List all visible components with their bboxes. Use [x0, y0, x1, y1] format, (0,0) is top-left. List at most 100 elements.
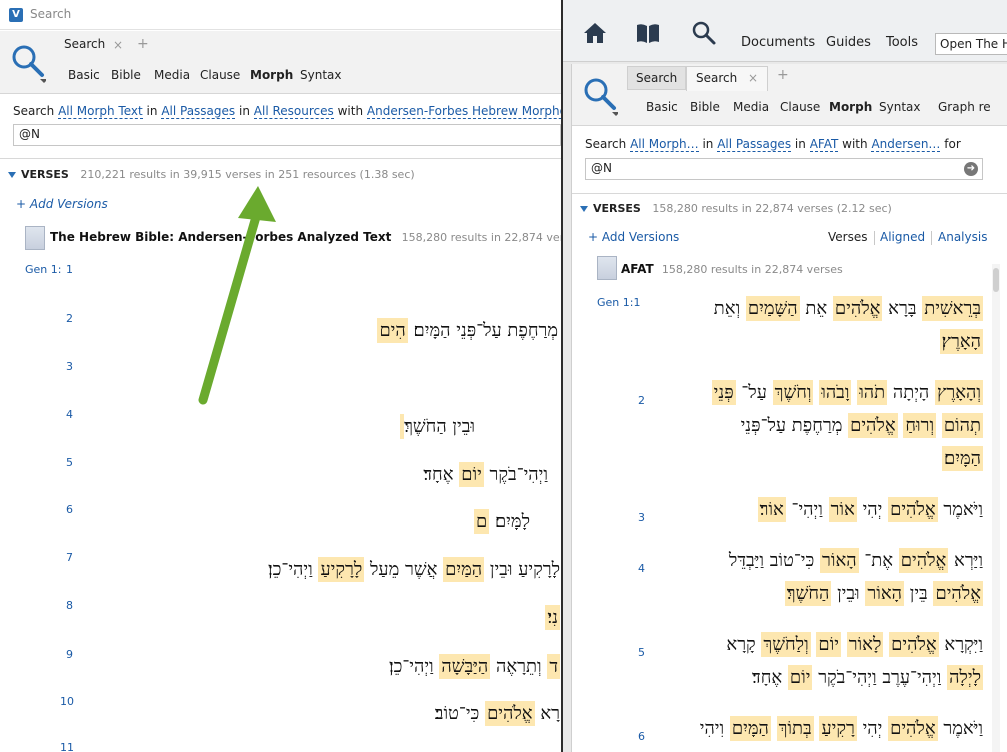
resource-title[interactable]: AFAT 158,280 results in 22,874 verses: [621, 262, 843, 276]
search-icon[interactable]: [582, 76, 618, 116]
highlighted-word[interactable]: הַחֹשֶׁךְ׃: [784, 581, 832, 606]
morphology-selector[interactable]: Andersen-Forbes Hebrew Morphology: [366, 104, 561, 119]
highlighted-word[interactable]: לָאוֹר: [846, 632, 884, 657]
highlighted-word[interactable]: בְּתוֹךְ: [776, 716, 814, 741]
word[interactable]: קָרָא: [726, 634, 755, 655]
add-tab-button[interactable]: +: [137, 36, 149, 52]
open-resource-input[interactable]: Open The He: [935, 33, 1007, 55]
word[interactable]: אֵת: [805, 298, 827, 319]
highlighted-word[interactable]: יוֹם: [816, 632, 841, 657]
tab-search-active[interactable]: Search ×: [686, 66, 768, 91]
subnav-media[interactable]: Media: [733, 100, 769, 114]
highlighted-word[interactable]: הַמַּיִם: [443, 557, 485, 582]
word[interactable]: וּבֵין: [490, 559, 513, 580]
resources-selector[interactable]: AFAT: [809, 137, 839, 152]
word[interactable]: כִּי־טוֹב: [770, 550, 815, 571]
highlighted-word[interactable]: אוֹר׃: [757, 497, 786, 522]
subnav-syntax[interactable]: Syntax: [879, 100, 920, 114]
scrollbar[interactable]: [992, 264, 1000, 752]
highlighted-word[interactable]: הָאוֹר: [820, 548, 859, 573]
verse-number[interactable]: 8: [66, 599, 73, 612]
highlighted-word[interactable]: הִים: [377, 318, 408, 343]
highlighted-word[interactable]: וָבֹהוּ: [819, 380, 852, 405]
highlighted-word[interactable]: אֱלֹהִים: [933, 581, 983, 606]
highlighted-word[interactable]: לָרָקִיעַ: [318, 557, 365, 582]
tab-search-inactive[interactable]: Search: [627, 66, 686, 90]
subnav-syntax[interactable]: Syntax: [300, 68, 341, 82]
word[interactable]: אֶת־: [864, 550, 893, 571]
verse-number[interactable]: 2: [638, 394, 645, 407]
resources-selector[interactable]: All Resources: [253, 104, 334, 119]
highlighted-word[interactable]: אֱלֹהִים: [898, 548, 949, 573]
subnav-basic[interactable]: Basic: [68, 68, 100, 82]
word[interactable]: יְהִי: [863, 718, 883, 739]
word[interactable]: אֶחָד׃: [423, 464, 453, 485]
word[interactable]: וַיְהִי־עֶרֶב וַיְהִי־בֹקֶר: [818, 667, 941, 688]
highlighted-word[interactable]: אוֹר: [828, 497, 857, 522]
subnav-clause[interactable]: Clause: [200, 68, 240, 82]
verse-reference[interactable]: Gen 1:1: [597, 296, 640, 309]
highlighted-word[interactable]: פְּנֵי: [711, 380, 736, 405]
word[interactable]: מְרַחֶפֶת עַל־פְּנֵי הַמָּיִם׃: [414, 320, 559, 341]
library-icon[interactable]: [635, 22, 661, 44]
highlighted-word[interactable]: אֱלֹהִים: [848, 413, 898, 438]
highlighted-word[interactable]: הַשָּׁמַיִם: [745, 296, 800, 321]
word[interactable]: בֵּין: [910, 583, 928, 604]
verse-number[interactable]: 3: [638, 511, 645, 524]
highlighted-word[interactable]: בְּרֵאשִׁית: [922, 296, 983, 321]
highlighted-word[interactable]: תֹהוּ: [857, 380, 888, 405]
highlighted-word[interactable]: אֱלֹהִים: [889, 632, 939, 657]
highlighted-word[interactable]: נִי׃: [545, 605, 560, 630]
verse-number[interactable]: 1: [66, 263, 73, 276]
view-analysis[interactable]: Analysis: [938, 230, 987, 244]
verse-number[interactable]: 9: [66, 648, 73, 661]
morph-text-selector[interactable]: All Morph…: [630, 137, 699, 152]
scrollbar-thumb[interactable]: [993, 268, 999, 292]
word[interactable]: אֶחָד׃: [752, 667, 782, 688]
highlighted-word[interactable]: רָקִיעַ: [819, 716, 857, 741]
verse-number[interactable]: 2: [66, 312, 73, 325]
highlighted-word[interactable]: יוֹם: [459, 462, 484, 487]
collapse-triangle-icon[interactable]: [8, 172, 16, 178]
verse-number[interactable]: 4: [638, 562, 645, 575]
search-input[interactable]: @N ➜: [585, 158, 983, 180]
highlighted-word[interactable]: הָאָרֶץ׃: [939, 329, 983, 354]
highlighted-word[interactable]: תְהוֹם: [941, 413, 983, 438]
verse-number[interactable]: 4: [66, 408, 73, 421]
word[interactable]: וּבֵין הַחֹשֶׁךְ׃: [404, 416, 475, 437]
word[interactable]: וַיַּרְא: [954, 550, 983, 571]
tab-search[interactable]: Search: [58, 37, 111, 51]
word[interactable]: וַיְהִי־בֹקֶר: [490, 464, 548, 485]
highlighted-word[interactable]: אֱלֹהִים: [832, 296, 883, 321]
highlighted-word[interactable]: וְחֹשֶׁךְ: [772, 380, 814, 405]
word[interactable]: עַל־: [741, 382, 767, 403]
highlighted-word[interactable]: ד: [547, 654, 560, 679]
word[interactable]: וִיהִי: [700, 718, 724, 739]
nav-documents[interactable]: Documents: [741, 35, 815, 50]
nav-guides[interactable]: Guides: [826, 35, 871, 50]
verse-number[interactable]: 3: [66, 360, 73, 373]
highlighted-word[interactable]: וְלַחֹשֶׁךְ: [761, 632, 811, 657]
add-tab-button[interactable]: +: [777, 67, 789, 83]
resource-title[interactable]: The Hebrew Bible: Andersen-Forbes Analyz…: [50, 230, 561, 244]
word[interactable]: וַיִּקְרָא: [944, 634, 983, 655]
subnav-basic[interactable]: Basic: [646, 100, 678, 114]
word[interactable]: הָיְתָה: [893, 382, 929, 403]
word[interactable]: יְהִי: [863, 499, 883, 520]
verse-number[interactable]: 6: [66, 503, 73, 516]
highlighted-word[interactable]: הָאוֹר: [865, 581, 905, 606]
highlighted-word[interactable]: ם: [473, 509, 490, 534]
subnav-graph[interactable]: Graph re: [938, 100, 991, 114]
verse-number[interactable]: 6: [638, 730, 645, 743]
word[interactable]: וְתֵרָאֶה: [496, 656, 542, 677]
highlighted-word[interactable]: לָיְלָה: [947, 665, 983, 690]
highlighted-word[interactable]: הַמָּיִם׃: [942, 446, 983, 471]
collapse-triangle-icon[interactable]: [580, 206, 588, 212]
search-input[interactable]: @N: [13, 124, 561, 146]
add-versions-link[interactable]: + Add Versions: [588, 230, 679, 244]
word[interactable]: וַיַּבְדֵּל: [729, 550, 764, 571]
subnav-bible[interactable]: Bible: [111, 68, 141, 82]
word[interactable]: בָּרָא: [888, 298, 916, 319]
highlighted-word[interactable]: וְרוּחַ: [903, 413, 937, 438]
verse-number[interactable]: 5: [638, 646, 645, 659]
